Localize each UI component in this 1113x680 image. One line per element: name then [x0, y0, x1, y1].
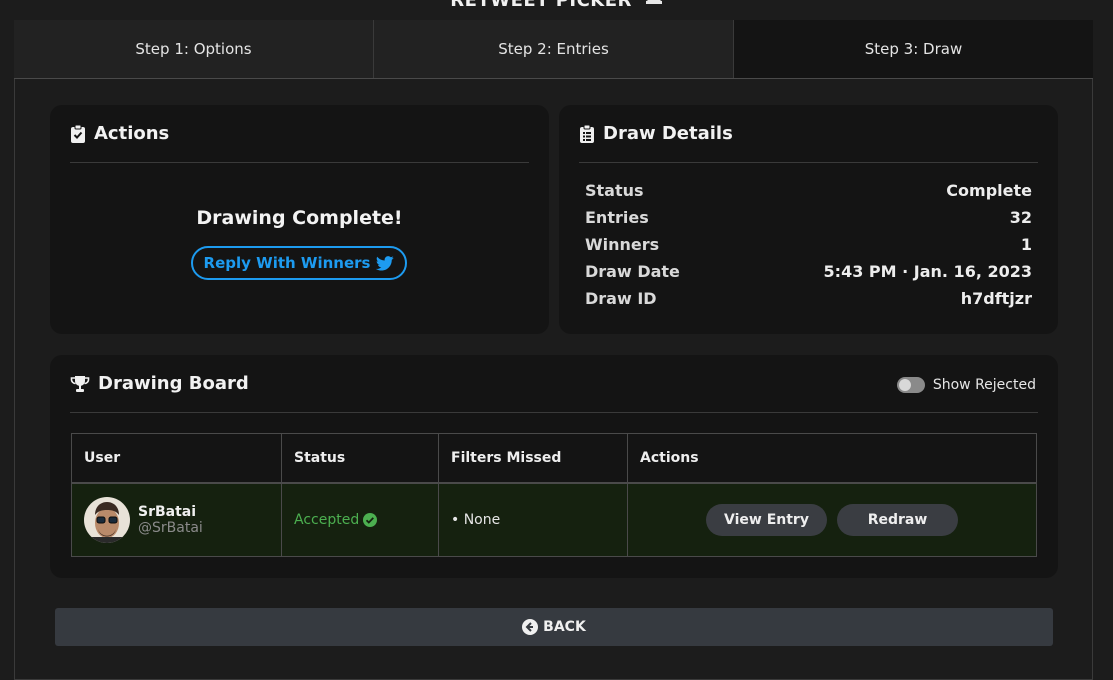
back-button-label: BACK [543, 619, 586, 635]
app-title: RETWEET PICKER [450, 0, 632, 11]
column-header-status: Status [281, 433, 439, 484]
ticket-icon [645, 0, 663, 12]
actions-cell: View Entry Redraw [627, 482, 1037, 557]
user-handle: @SrBatai [138, 520, 203, 536]
table-row: SrBatai @SrBatai Accepted • None View En… [71, 482, 1037, 557]
reply-button-label: Reply With Winners [203, 254, 371, 272]
twitter-icon [376, 255, 395, 271]
draw-details-header: Draw Details [579, 105, 1038, 163]
view-entry-button[interactable]: View Entry [706, 504, 827, 536]
detail-row-entries: Entries 32 [585, 208, 1032, 227]
drawing-board-title: Drawing Board [98, 373, 249, 394]
page-title: RETWEET PICKER [0, 0, 1113, 12]
draw-details-card: Draw Details Status Complete Entries 32 … [559, 105, 1058, 334]
show-rejected-label: Show Rejected [932, 377, 1036, 393]
tab-step-2-entries[interactable]: Step 2: Entries [374, 20, 734, 78]
clipboard-list-icon [579, 124, 595, 144]
arrow-circle-left-icon [522, 619, 539, 635]
actions-card: Actions Drawing Complete! Reply With Win… [50, 105, 549, 334]
user-cell: SrBatai @SrBatai [71, 482, 282, 557]
drawing-complete-message: Drawing Complete! [196, 207, 403, 229]
show-rejected-toggle-wrap: Show Rejected [896, 377, 1036, 393]
trophy-icon [70, 375, 90, 393]
drawing-board-card: Drawing Board Show Rejected User Status … [50, 355, 1058, 578]
column-header-actions: Actions [627, 433, 1037, 484]
detail-row-winners: Winners 1 [585, 235, 1032, 254]
clipboard-check-icon [70, 124, 86, 144]
tab-step-1-options[interactable]: Step 1: Options [14, 20, 374, 78]
reply-with-winners-button[interactable]: Reply With Winners [191, 246, 407, 280]
drawing-board-table: User Status Filters Missed Actions SrBat… [71, 433, 1037, 557]
show-rejected-toggle[interactable] [896, 377, 925, 393]
actions-title: Actions [94, 123, 170, 144]
check-circle-icon [363, 513, 378, 527]
drawing-board-header: Drawing Board [70, 355, 1038, 413]
column-header-filters-missed: Filters Missed [438, 433, 628, 484]
detail-row-draw-id: Draw ID h7dftjzr [585, 289, 1032, 308]
filters-missed-cell: • None [438, 482, 628, 557]
avatar[interactable] [84, 497, 130, 543]
column-header-user: User [71, 433, 282, 484]
status-badge: Accepted [294, 512, 426, 528]
step-tabs: Step 1: Options Step 2: Entries Step 3: … [14, 20, 1093, 79]
user-name: SrBatai [138, 504, 197, 520]
actions-header: Actions [70, 105, 529, 163]
redraw-button[interactable]: Redraw [837, 504, 958, 536]
draw-details-list: Status Complete Entries 32 Winners 1 Dra… [585, 181, 1032, 316]
back-button[interactable]: BACK [55, 608, 1053, 646]
detail-row-draw-date: Draw Date 5:43 PM · Jan. 16, 2023 [585, 262, 1032, 281]
table-header-row: User Status Filters Missed Actions [71, 433, 1037, 484]
status-cell: Accepted [281, 482, 439, 557]
toggle-knob [898, 379, 911, 391]
detail-row-status: Status Complete [585, 181, 1032, 200]
tab-step-3-draw[interactable]: Step 3: Draw [734, 20, 1093, 78]
draw-details-title: Draw Details [603, 123, 733, 144]
